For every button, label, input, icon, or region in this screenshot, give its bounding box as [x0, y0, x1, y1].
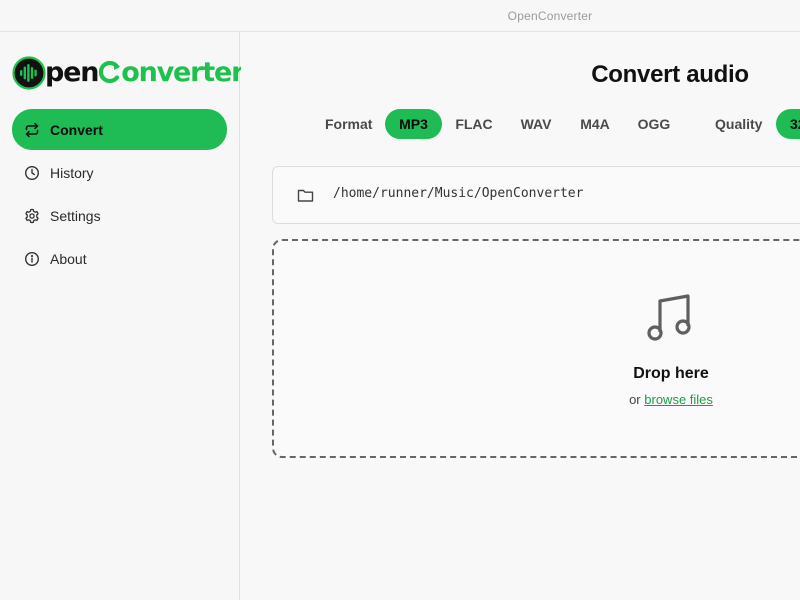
- format-option-wav[interactable]: WAV: [511, 109, 561, 139]
- dropzone-subtitle: or browse files: [629, 392, 713, 407]
- format-label: Format: [325, 116, 373, 132]
- logo-wordmark: pen onverter: [45, 57, 244, 88]
- window-title: OpenConverter: [507, 9, 593, 23]
- quality-option[interactable]: 32: [776, 109, 800, 139]
- app-logo: pen onverter: [12, 56, 244, 90]
- page-title: Convert audio: [591, 61, 749, 88]
- sidebar-item-label: About: [50, 250, 87, 267]
- sidebar-item-settings[interactable]: Settings: [12, 195, 227, 236]
- sidebar-item-label: History: [50, 164, 94, 181]
- folder-icon: [297, 189, 314, 202]
- repeat-icon: [24, 122, 40, 138]
- info-icon: [24, 251, 40, 267]
- sidebar-item-label: Convert: [50, 121, 103, 138]
- main-content: Convert audio Format MP3 FLAC WAV M4A OG…: [241, 32, 800, 600]
- music-note-icon: [647, 294, 691, 341]
- sidebar-item-history[interactable]: History: [12, 152, 227, 193]
- quality-label: Quality: [715, 116, 763, 132]
- dropzone-title: Drop here: [633, 365, 709, 382]
- logo-waveform-icon: [12, 56, 46, 90]
- sidebar-item-convert[interactable]: Convert: [12, 109, 227, 150]
- clock-icon: [24, 165, 40, 181]
- sidebar-item-label: Settings: [50, 207, 101, 224]
- output-path-text: /home/runner/Music/OpenConverter: [333, 186, 584, 201]
- logo-c-arrow-icon: [99, 60, 121, 84]
- output-path-field[interactable]: /home/runner/Music/OpenConverter: [272, 166, 800, 224]
- file-dropzone[interactable]: Drop here or browse files: [272, 239, 800, 458]
- format-option-ogg[interactable]: OGG: [628, 109, 680, 139]
- sidebar: pen onverter Convert History Settings Ab…: [0, 32, 244, 600]
- title-bar: OpenConverter: [0, 0, 800, 32]
- gear-icon: [24, 208, 40, 224]
- browse-files-link[interactable]: browse files: [644, 392, 713, 407]
- format-option-mp3[interactable]: MP3: [385, 109, 442, 139]
- format-option-m4a[interactable]: M4A: [569, 109, 621, 139]
- sidebar-item-about[interactable]: About: [12, 238, 227, 279]
- format-option-flac[interactable]: FLAC: [446, 109, 502, 139]
